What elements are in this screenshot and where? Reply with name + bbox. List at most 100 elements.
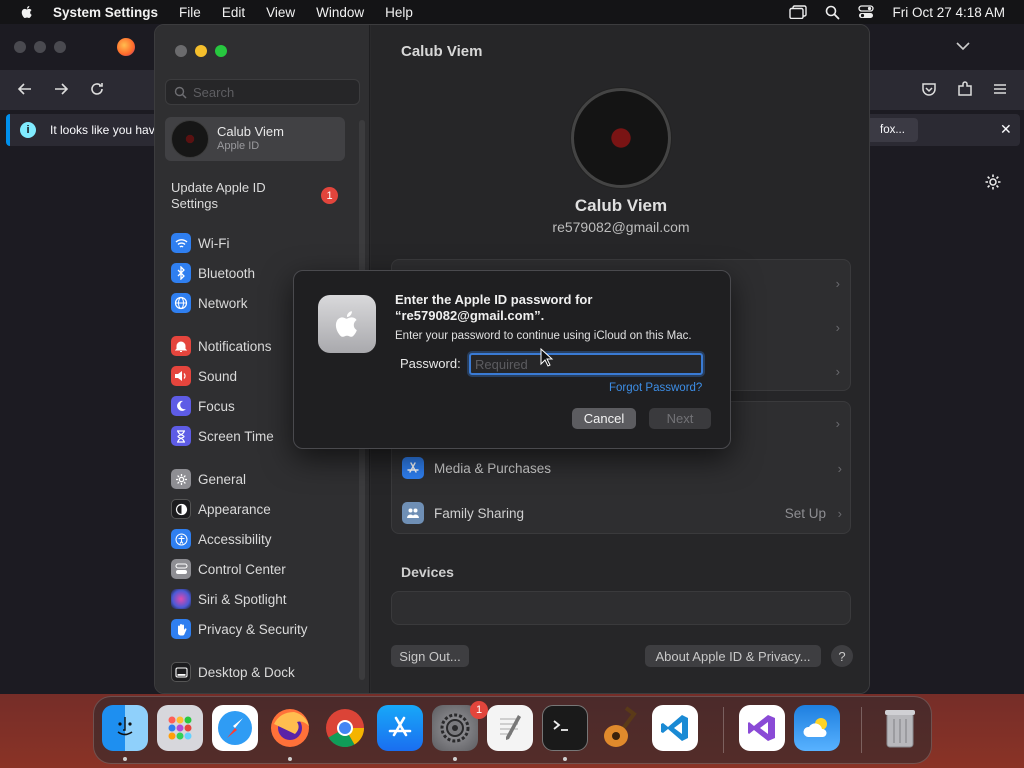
menu-edit[interactable]: Edit — [222, 5, 245, 20]
hamburger-menu-icon[interactable] — [992, 80, 1008, 98]
sidebar-apple-id-account[interactable]: Calub Viem Apple ID — [165, 117, 345, 161]
sidebar-item-wifi[interactable]: Wi-Fi — [171, 232, 229, 254]
globe-icon — [171, 293, 191, 313]
launchpad-icon[interactable] — [157, 705, 203, 751]
sidebar-item-label: Siri & Spotlight — [198, 591, 287, 607]
extensions-icon[interactable] — [956, 80, 974, 98]
sidebar-item-desktop-dock[interactable]: Desktop & Dock — [171, 661, 295, 683]
garageband-icon[interactable] — [597, 705, 643, 751]
app-store-icon[interactable] — [377, 705, 423, 751]
window-traffic-lights — [175, 45, 227, 57]
firefox-icon[interactable] — [267, 705, 313, 751]
media-purchases-row[interactable]: Media & Purchases › — [392, 446, 852, 490]
stage-manager-icon[interactable] — [789, 5, 808, 19]
menu-help[interactable]: Help — [385, 5, 413, 20]
account-subtitle: Apple ID — [217, 140, 260, 152]
family-sharing-row[interactable]: Family Sharing Set Up › — [392, 491, 852, 535]
cancel-button[interactable]: Cancel — [572, 408, 636, 429]
sidebar-item-label: Sound — [198, 368, 238, 384]
running-indicator — [288, 757, 292, 761]
chevron-right-icon: › — [837, 505, 842, 521]
safari-icon[interactable] — [212, 705, 258, 751]
sidebar-item-sound[interactable]: Sound — [171, 365, 237, 387]
sidebar-item-network[interactable]: Network — [171, 292, 248, 314]
pocket-icon[interactable] — [920, 80, 938, 98]
profile-name: Calub Viem — [574, 196, 668, 215]
running-indicator — [453, 757, 457, 761]
terminal-icon[interactable] — [542, 705, 588, 751]
app-name-menu[interactable]: System Settings — [53, 5, 158, 20]
back-arrow-icon[interactable] — [16, 80, 34, 98]
profile-avatar[interactable] — [571, 88, 671, 188]
gear-icon[interactable] — [984, 173, 1002, 191]
sidebar-item-label: Accessibility — [198, 531, 272, 547]
textedit-icon[interactable] — [487, 705, 533, 751]
running-indicator — [123, 757, 127, 761]
dialog-title: Enter the Apple ID password for “re57908… — [395, 292, 593, 323]
password-label: Password: — [400, 356, 461, 371]
spotlight-search-icon[interactable] — [825, 5, 840, 20]
sign-out-button[interactable]: Sign Out... — [391, 645, 469, 667]
chevron-right-icon: › — [835, 320, 840, 335]
sidebar-item-screen-time[interactable]: Screen Time — [171, 425, 274, 447]
about-apple-id-privacy-button[interactable]: About Apple ID & Privacy... — [645, 645, 821, 667]
reload-icon[interactable] — [88, 80, 106, 98]
menu-bar: System Settings File Edit View Window He… — [0, 0, 1024, 24]
chrome-icon[interactable] — [322, 705, 368, 751]
family-icon — [402, 502, 424, 524]
sidebar-item-label: Appearance — [198, 501, 271, 517]
app-store-icon — [402, 457, 424, 479]
weather-icon[interactable] — [794, 705, 840, 751]
sidebar-item-label: Notifications — [198, 338, 272, 354]
sidebar-item-general[interactable]: General — [171, 468, 246, 490]
menu-view[interactable]: View — [266, 5, 295, 20]
forgot-password-link[interactable]: Forgot Password? — [609, 382, 702, 394]
finder-icon[interactable] — [102, 705, 148, 751]
speaker-icon — [171, 366, 191, 386]
hourglass-icon — [171, 426, 191, 446]
sidebar-search[interactable] — [165, 79, 360, 105]
chevron-right-icon: › — [835, 276, 840, 291]
avatar — [171, 120, 209, 158]
chevron-down-icon[interactable] — [955, 40, 971, 52]
running-indicator — [563, 757, 567, 761]
sidebar-item-label: Desktop & Dock — [198, 664, 295, 680]
help-button[interactable]: ? — [831, 645, 853, 667]
siri-icon — [171, 589, 191, 609]
sidebar-item-notifications[interactable]: Notifications — [171, 335, 272, 357]
sidebar-item-appearance[interactable]: Appearance — [171, 498, 271, 520]
menu-file[interactable]: File — [179, 5, 201, 20]
firefox-tab-icon[interactable] — [117, 38, 135, 56]
chevron-right-icon: › — [837, 460, 842, 476]
close-icon[interactable]: ✕ — [1000, 121, 1012, 138]
sidebar-item-bluetooth[interactable]: Bluetooth — [171, 262, 255, 284]
update-apple-id-settings[interactable]: Update Apple ID Settings — [171, 180, 301, 212]
control-center-icon[interactable] — [858, 5, 875, 19]
search-icon — [174, 86, 187, 99]
trash-icon[interactable] — [877, 705, 923, 751]
notice-action-button[interactable]: fox... — [862, 118, 918, 142]
sidebar-item-label: Network — [198, 295, 248, 311]
family-sharing-label: Family Sharing — [434, 505, 525, 521]
next-button[interactable]: Next — [649, 408, 711, 429]
password-field[interactable] — [469, 353, 703, 375]
zoom-window-button[interactable] — [215, 45, 227, 57]
search-input[interactable] — [193, 84, 353, 100]
forward-arrow-icon[interactable] — [52, 80, 70, 98]
close-window-button[interactable] — [175, 45, 187, 57]
sidebar-item-privacy-security[interactable]: Privacy & Security — [171, 618, 308, 640]
sidebar-item-siri-spotlight[interactable]: Siri & Spotlight — [171, 588, 287, 610]
gear-icon — [171, 469, 191, 489]
apple-menu-icon[interactable] — [19, 4, 35, 20]
menu-bar-clock[interactable]: Fri Oct 27 4:18 AM — [892, 5, 1005, 20]
visual-studio-icon[interactable] — [739, 705, 785, 751]
sidebar-item-control-center[interactable]: Control Center — [171, 558, 286, 580]
page-title: Calub Viem — [401, 43, 483, 60]
dialog-message: Enter your password to continue using iC… — [395, 330, 692, 342]
minimize-window-button[interactable] — [195, 45, 207, 57]
sidebar-item-focus[interactable]: Focus — [171, 395, 235, 417]
dock: 1 — [93, 696, 932, 764]
vscode-icon[interactable] — [652, 705, 698, 751]
menu-window[interactable]: Window — [316, 5, 364, 20]
sidebar-item-accessibility[interactable]: Accessibility — [171, 528, 272, 550]
